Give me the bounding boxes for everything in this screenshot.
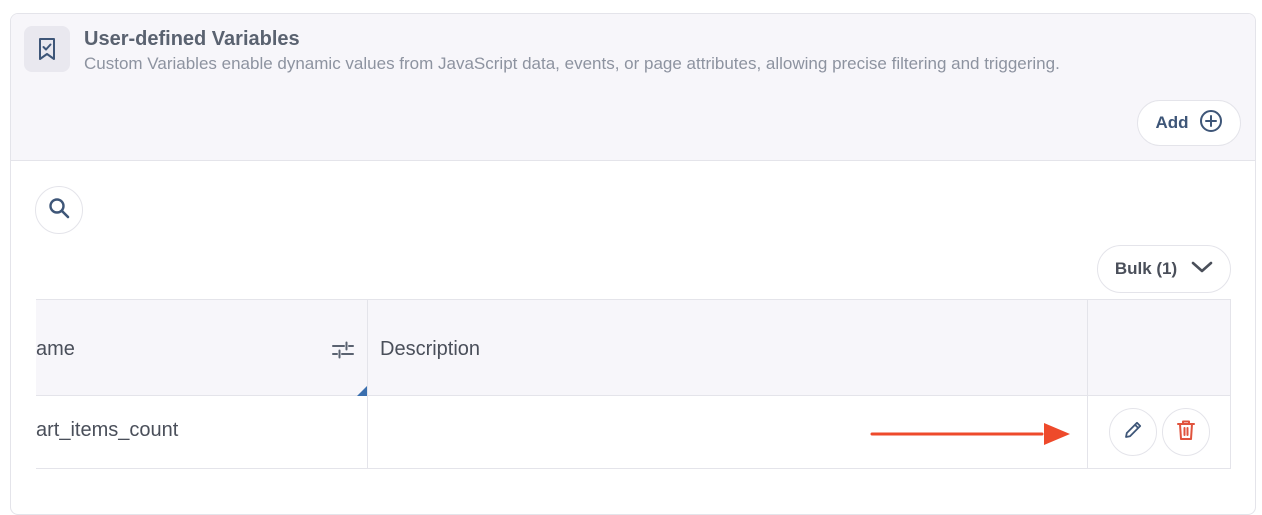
add-button-label: Add (1155, 113, 1189, 132)
variable-name-cell: art_items_count (36, 419, 179, 441)
bulk-actions-button[interactable]: Bulk (1) (1097, 245, 1231, 293)
sliders-icon[interactable] (332, 340, 354, 360)
page-title: User-defined Variables (84, 28, 300, 50)
page-subtitle: Custom Variables enable dynamic values f… (84, 54, 1060, 73)
delete-button[interactable] (1162, 408, 1210, 456)
column-divider (1087, 299, 1088, 469)
edit-button[interactable] (1109, 408, 1157, 456)
bookmark-check-icon (24, 26, 70, 72)
column-divider (367, 299, 368, 469)
annotation-arrow (870, 423, 1070, 445)
search-button[interactable] (35, 186, 83, 234)
column-header-name[interactable]: ame (36, 338, 75, 361)
bulk-actions-label: Bulk (1) (1114, 259, 1178, 278)
trash-icon (1176, 419, 1196, 446)
column-header-description[interactable]: Description (380, 338, 480, 361)
chevron-down-icon (1191, 260, 1213, 279)
search-icon (48, 197, 70, 224)
column-resize-handle[interactable] (357, 386, 367, 396)
plus-circle-icon (1199, 109, 1223, 138)
card-header: User-defined Variables Custom Variables … (11, 14, 1255, 161)
add-button[interactable]: Add (1137, 100, 1241, 146)
pencil-icon (1122, 419, 1144, 446)
table-right-border (1230, 299, 1231, 469)
table-header-row: ame Description (36, 299, 1231, 396)
